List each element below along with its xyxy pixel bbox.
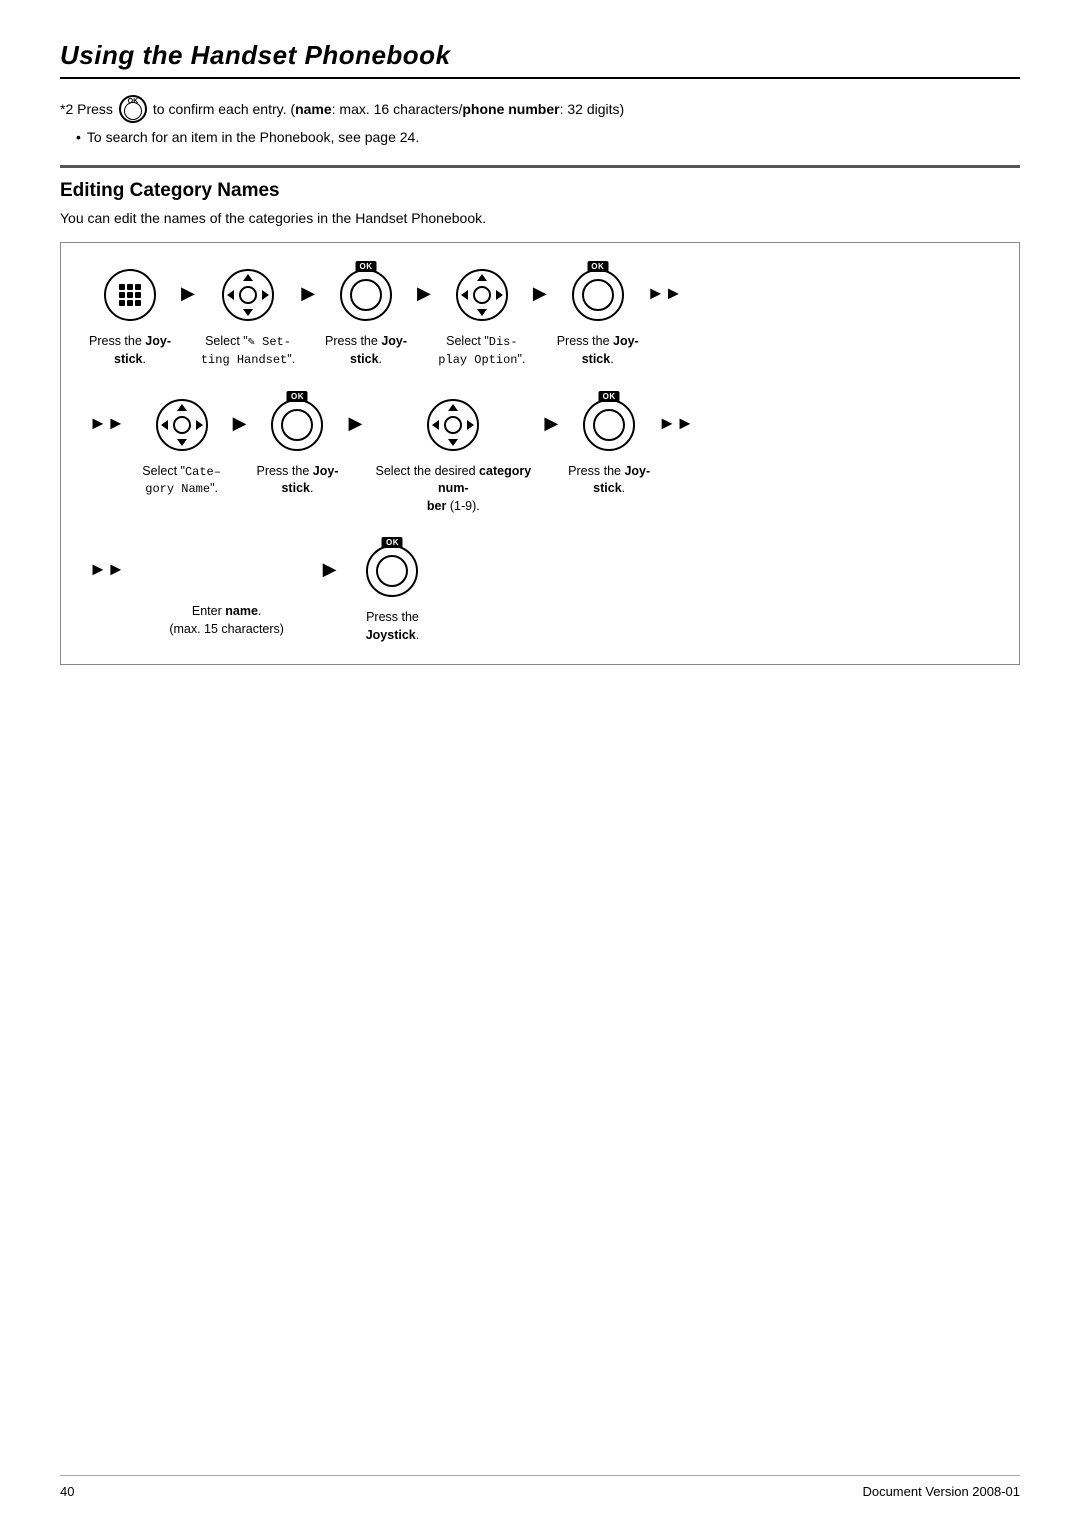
page-content: Using the Handset Phonebook *2 Press OK … [0, 0, 1080, 775]
bullet-text: To search for an item in the Phonebook, … [87, 129, 419, 145]
left-arrow-2 [461, 290, 468, 300]
step-joystick-1: Select "✎ Set-ting Handset". [201, 263, 295, 369]
step-joystick-final: OK Press the Joystick. [342, 539, 442, 644]
step-menu-icon: Press the Joy-stick. [85, 263, 175, 368]
step-joystick-2: Select "Dis-play Option". [437, 263, 527, 369]
arrow-4: ▶ [527, 283, 553, 304]
arrow-7: ▶ [538, 413, 564, 434]
step-caption-1: Press the Joy-stick. [89, 333, 171, 368]
steps-row-2: ►► Select "Cate–gory Name". [85, 393, 995, 516]
bullet-dot: • [76, 129, 81, 145]
note-suffix: to confirm each entry. (name: max. 16 ch… [153, 101, 624, 117]
right-arrow [262, 290, 269, 300]
step-caption-3: Press the Joy-stick. [325, 333, 407, 368]
step-enter-name: Enter name.(max. 15 characters) [137, 539, 317, 638]
step-caption-10: Enter name.(max. 15 characters) [169, 603, 284, 638]
double-arrow-end-2: ►► [654, 413, 698, 434]
section-title: Editing Category Names [60, 180, 1020, 202]
steps-row-3: ►► Enter name.(max. 15 characters) ▶ OK … [85, 539, 995, 644]
step-joystick-4: Select the desired category num-ber (1-9… [368, 393, 538, 516]
ok-button-final: OK [366, 545, 418, 597]
step-joystick-3: Select "Cate–gory Name". [137, 393, 227, 499]
step-caption-7: Press the Joy-stick. [256, 463, 338, 498]
ok-button-4: OK [583, 399, 635, 451]
down-arrow-2 [477, 309, 487, 316]
ok-button-1: OK [340, 269, 392, 321]
step-caption-2: Select "✎ Set-ting Handset". [201, 333, 295, 369]
joystick-icon-2 [456, 269, 508, 321]
steps-row-1: Press the Joy-stick. ▶ S [85, 263, 995, 369]
note-prefix: *2 Press [60, 101, 113, 117]
page-title: Using the Handset Phonebook [60, 40, 1020, 71]
title-divider [60, 77, 1020, 79]
bullet-line-1: • To search for an item in the Phonebook… [76, 129, 1020, 145]
arrow-3: ▶ [411, 283, 437, 304]
right-arrow-2 [496, 290, 503, 300]
arrow-5: ▶ [227, 413, 253, 434]
section-desc: You can edit the names of the categories… [60, 210, 1020, 226]
arrow-6: ▶ [342, 413, 368, 434]
step-caption-6: Select "Cate–gory Name". [142, 463, 221, 499]
step-ok-2: OK Press the Joy-stick. [553, 263, 643, 368]
ok-button-3: OK [271, 399, 323, 451]
footer-doc-version: Document Version 2008-01 [862, 1484, 1020, 1499]
down-arrow [243, 309, 253, 316]
grid-icon [119, 284, 141, 306]
joystick-icon-3 [156, 399, 208, 451]
steps-box: Press the Joy-stick. ▶ S [60, 242, 1020, 665]
arrow-2: ▶ [295, 283, 321, 304]
step-ok-3: OK Press the Joy-stick. [252, 393, 342, 498]
joystick-icon-1 [222, 269, 274, 321]
joystick-icon-4 [427, 399, 479, 451]
up-arrow [243, 274, 253, 281]
note-line-1: *2 Press OK to confirm each entry. (name… [60, 95, 1020, 123]
step-caption-5: Press the Joy-stick. [557, 333, 639, 368]
page-footer: 40 Document Version 2008-01 [60, 1475, 1020, 1499]
arrow-1: ▶ [175, 283, 201, 304]
step-caption-8: Select the desired category num-ber (1-9… [368, 463, 538, 516]
ok-inline-icon: OK [119, 95, 147, 123]
double-arrow-end-1: ►► [643, 283, 687, 304]
ok-button-2: OK [572, 269, 624, 321]
step-ok-1: OK Press the Joy-stick. [321, 263, 411, 368]
footer-page-number: 40 [60, 1484, 74, 1499]
step-ok-4: OK Press the Joy-stick. [564, 393, 654, 498]
double-arrow-start-3: ►► [85, 559, 129, 580]
section-divider [60, 165, 1020, 168]
double-arrow-start-2: ►► [85, 413, 129, 434]
arrow-8: ▶ [317, 559, 343, 580]
step-caption-9: Press the Joy-stick. [568, 463, 650, 498]
step-caption-4: Select "Dis-play Option". [438, 333, 525, 369]
menu-button [104, 269, 156, 321]
step-caption-11: Press the Joystick. [342, 609, 442, 644]
left-arrow [227, 290, 234, 300]
up-arrow-2 [477, 274, 487, 281]
